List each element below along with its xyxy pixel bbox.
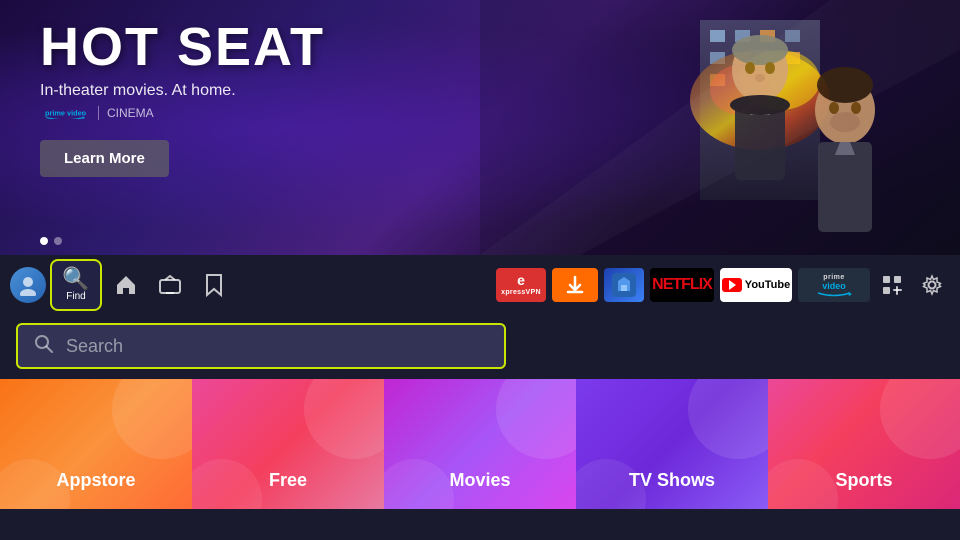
free-category[interactable]: Free [192,379,384,509]
home-icon [114,273,138,297]
expressvpn-e: e [517,272,525,289]
expressvpn-content: e xpressVPN [501,272,541,297]
prime-video-logo: prime video [40,107,90,119]
avatar-icon [17,274,39,296]
free-label: Free [269,470,307,491]
sports-label: Sports [835,470,892,491]
expressvpn-label: xpressVPN [501,289,541,297]
netflix-app[interactable]: NETFLIX [650,268,714,302]
categories-row: Appstore Free Movies TV Shows Sports [0,379,960,509]
hero-dots [40,237,62,245]
home-button[interactable] [106,265,146,305]
find-label: Find [66,291,85,302]
appstore-label: Appstore [56,470,135,491]
youtube-icon [722,278,742,292]
filebrowser-app[interactable] [604,268,644,302]
hero-brand: prime video CINEMA [40,106,325,120]
primevideo-app[interactable]: prime video [798,268,870,302]
hero-content: HOT SEAT In-theater movies. At home. pri… [40,20,325,177]
bookmark-icon [204,273,224,297]
magnifier-icon [34,334,54,354]
tvshows-label: TV Shows [629,470,715,491]
expressvpn-app[interactable]: e xpressVPN [496,268,546,302]
youtube-logo: YouTube [722,278,790,292]
prime-smile-icon [816,291,852,297]
hero-characters [480,0,960,255]
app-icons-row: e xpressVPN NETFLIX [496,268,870,302]
youtube-app[interactable]: YouTube [720,268,792,302]
navigation-bar: 🔍 Find e xpressVPN [0,255,960,315]
movies-label: Movies [449,470,510,491]
all-apps-button[interactable] [874,267,910,303]
tvshows-category[interactable]: TV Shows [576,379,768,509]
hero-banner: HOT SEAT In-theater movies. At home. pri… [0,0,960,255]
movies-category[interactable]: Movies [384,379,576,509]
prime-top-label: prime [823,274,845,281]
cinema-label: CINEMA [98,106,154,120]
svg-text:prime video: prime video [45,109,87,118]
prime-video-svg: prime video [40,107,90,119]
search-placeholder: Search [66,336,123,357]
live-tv-button[interactable] [150,265,190,305]
youtube-play-triangle [729,280,736,290]
find-button[interactable]: 🔍 Find [50,259,102,311]
sports-category[interactable]: Sports [768,379,960,509]
netflix-label: NETFLIX [652,276,712,294]
dot-1[interactable] [40,237,48,245]
downloader-icon [560,270,590,300]
search-bar[interactable]: Search [16,323,506,369]
hero-title: HOT SEAT [40,20,325,74]
downloader-app[interactable] [552,268,598,302]
search-icon: 🔍 [62,268,89,290]
gear-icon [921,274,943,296]
watchlist-button[interactable] [194,265,234,305]
dot-2[interactable] [54,237,62,245]
settings-button[interactable] [914,267,950,303]
grid-icon [881,274,903,296]
youtube-text: YouTube [745,279,790,291]
appstore-category[interactable]: Appstore [0,379,192,509]
tv-icon [158,273,182,297]
search-icon [34,334,54,359]
filebrowser-icon [610,271,638,299]
prime-main-label: video [822,281,846,291]
hero-subtitle: In-theater movies. At home. [40,82,325,100]
search-section: Search [0,315,960,379]
user-avatar[interactable] [10,267,46,303]
learn-more-button[interactable]: Learn More [40,140,169,177]
